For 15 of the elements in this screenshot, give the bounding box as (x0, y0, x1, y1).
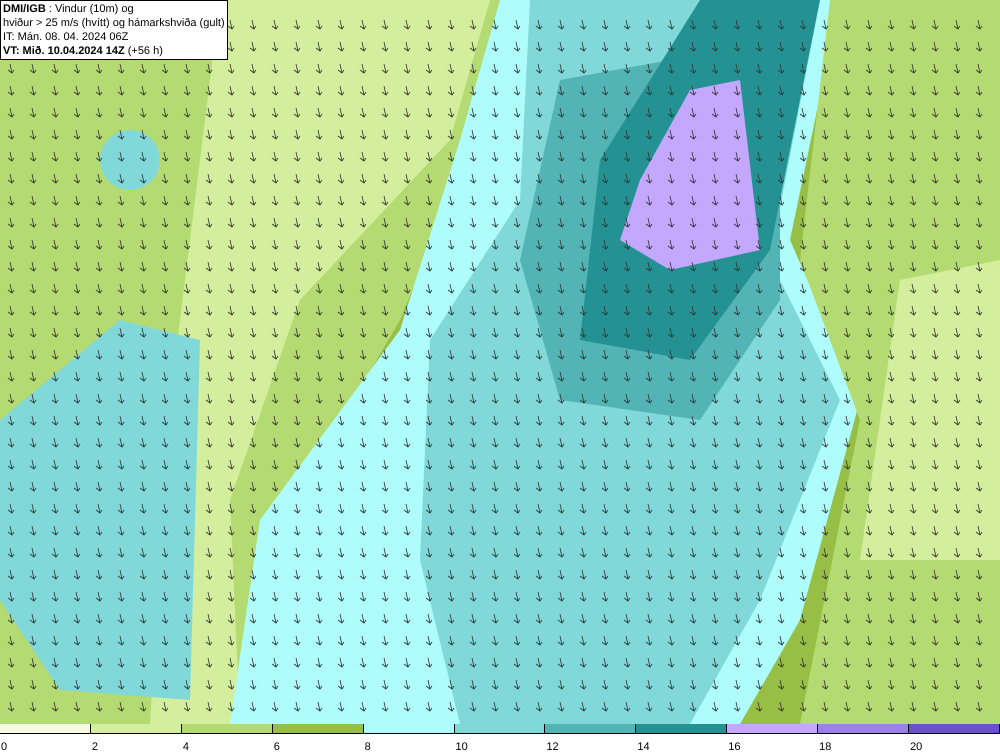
title-line: IT: Mán. 08. 04. 2024 06Z (3, 30, 130, 44)
legend-label: 8 (364, 741, 371, 753)
title-line: VT: Mið. 10.04.2024 14Z (+56 h) (3, 44, 164, 58)
legend-label: 14 (636, 741, 650, 753)
legend-label: 10 (454, 741, 468, 753)
legend-label: 20 (909, 741, 922, 753)
legend-label: 16 (727, 741, 740, 753)
legend-label: 0 (0, 741, 8, 753)
legend-label: 4 (182, 741, 189, 753)
legend-label: 18 (818, 741, 832, 753)
legend-label: 6 (272, 741, 280, 753)
title-line: DMI/IGB : Vindur (10m) og (3, 2, 135, 16)
title-line: hviður > 25 m/s (hvítt) og hámarkshviða (gult) (3, 16, 225, 30)
legend-label: 2 (90, 741, 98, 753)
legend-label: 12 (545, 741, 559, 753)
